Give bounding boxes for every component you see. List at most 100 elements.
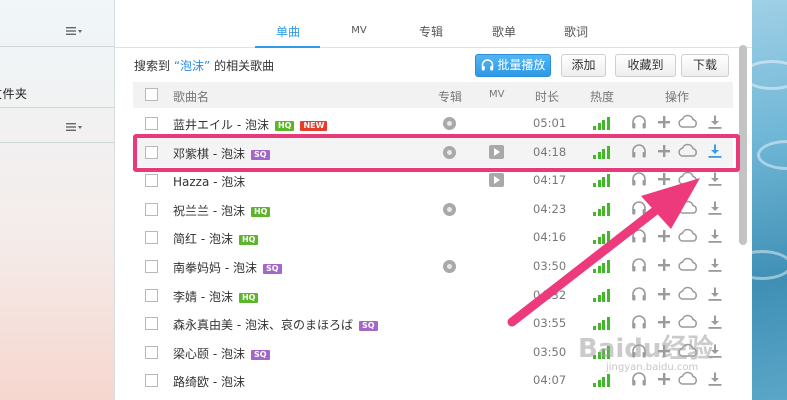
- headphones-icon[interactable]: [631, 114, 647, 134]
- quality-badge-hq: HQ: [250, 206, 271, 217]
- heat-bar: [606, 374, 610, 388]
- cloud-icon[interactable]: [677, 200, 699, 220]
- sidebar-divider: [0, 107, 114, 108]
- song-title[interactable]: 祝兰兰 - 泡沫: [173, 204, 245, 218]
- download-icon[interactable]: [707, 257, 723, 277]
- table-row[interactable]: 李婧 - 泡沫 HQ 04:32: [133, 281, 733, 310]
- row-checkbox[interactable]: [145, 231, 158, 245]
- plus-icon[interactable]: [656, 114, 672, 134]
- headphones-icon[interactable]: [631, 171, 647, 191]
- search-keyword: “泡沫”: [173, 59, 211, 73]
- column-header-album: 专辑: [438, 90, 463, 104]
- headphones-icon[interactable]: [631, 286, 647, 306]
- headphones-icon[interactable]: [631, 257, 647, 277]
- song-title[interactable]: Hazza - 泡沫: [173, 175, 245, 189]
- table-row[interactable]: 简红 - 泡沫 HQ 04:16: [133, 223, 733, 252]
- cloud-icon[interactable]: [677, 371, 699, 391]
- row-actions: [631, 257, 731, 277]
- search-results-panel: 单曲 MV 专辑 歌单 歌词 搜索到 “泡沫” 的相关歌曲 批量播放 添加 收藏…: [115, 0, 752, 400]
- song-title[interactable]: 路绮欧 - 泡沫: [173, 375, 245, 389]
- song-name[interactable]: 路绮欧 - 泡沫: [173, 373, 245, 390]
- plus-icon[interactable]: [656, 286, 672, 306]
- cloud-icon[interactable]: [677, 257, 699, 277]
- song-title[interactable]: 梁心颐 - 泡沫: [173, 347, 245, 361]
- download-icon[interactable]: [707, 171, 723, 191]
- row-checkbox[interactable]: [145, 117, 158, 130]
- headphones-icon[interactable]: [631, 228, 647, 248]
- song-name[interactable]: 森永真由美 - 泡沫、哀のまほろば SQ: [173, 316, 378, 333]
- background-strip: [732, 0, 787, 400]
- disc-icon[interactable]: [443, 117, 456, 130]
- row-actions: [631, 371, 731, 391]
- tab-lyrics[interactable]: 歌词: [546, 23, 606, 40]
- scrollbar[interactable]: [739, 45, 747, 245]
- heat-bar: [593, 240, 596, 245]
- download-icon[interactable]: [707, 114, 723, 134]
- song-title[interactable]: 李婧 - 泡沫: [173, 290, 233, 304]
- tab-mv[interactable]: MV: [329, 25, 389, 36]
- heat-bar: [597, 266, 601, 273]
- song-title[interactable]: 南拳妈妈 - 泡沫: [173, 261, 257, 275]
- sidebar-folder-label[interactable]: 文件夹: [0, 85, 28, 102]
- table-row[interactable]: 祝兰兰 - 泡沫 HQ 04:23: [133, 195, 733, 224]
- download-icon[interactable]: [707, 228, 723, 248]
- video-play-icon[interactable]: [489, 173, 504, 188]
- table-row[interactable]: 南拳妈妈 - 泡沫 SQ 03:50: [133, 252, 733, 281]
- heat-bar: [602, 205, 605, 216]
- song-name[interactable]: 祝兰兰 - 泡沫 HQ: [173, 202, 271, 219]
- heat-bar: [593, 297, 596, 302]
- list-menu-icon[interactable]: [66, 122, 84, 135]
- plus-icon[interactable]: [656, 228, 672, 248]
- headphones-icon[interactable]: [631, 371, 647, 391]
- cloud-icon[interactable]: [677, 228, 699, 248]
- play-all-button[interactable]: 批量播放: [475, 54, 551, 77]
- song-name[interactable]: Hazza - 泡沫: [173, 173, 245, 190]
- row-checkbox[interactable]: [145, 260, 158, 273]
- add-button[interactable]: 添加: [561, 54, 606, 77]
- row-checkbox[interactable]: [145, 374, 158, 388]
- song-name[interactable]: 李婧 - 泡沫 HQ: [173, 288, 259, 305]
- download-icon[interactable]: [707, 286, 723, 306]
- row-checkbox[interactable]: [145, 317, 158, 331]
- song-title[interactable]: 森永真由美 - 泡沫、哀のまほろば: [173, 318, 353, 332]
- select-all-checkbox[interactable]: [145, 88, 158, 101]
- download-icon[interactable]: [707, 371, 723, 391]
- song-duration: 04:07: [533, 373, 567, 388]
- plus-icon[interactable]: [656, 200, 672, 220]
- signal-bars-icon: [593, 230, 611, 245]
- plus-icon[interactable]: [656, 257, 672, 277]
- row-checkbox[interactable]: [145, 288, 158, 302]
- signal-bars-icon: [593, 373, 611, 388]
- heat-bar: [602, 120, 605, 130]
- heat-bar: [602, 263, 605, 273]
- cloud-icon[interactable]: [677, 171, 699, 191]
- song-name[interactable]: 南拳妈妈 - 泡沫 SQ: [173, 259, 282, 276]
- plus-icon[interactable]: [656, 171, 672, 191]
- search-summary: 搜索到 “泡沫” 的相关歌曲: [134, 57, 274, 74]
- song-name[interactable]: 梁心颐 - 泡沫 SQ: [173, 345, 270, 362]
- disc-icon[interactable]: [443, 202, 456, 216]
- download-button[interactable]: 下载: [681, 54, 729, 77]
- row-checkbox[interactable]: [145, 174, 158, 188]
- song-name[interactable]: 简红 - 泡沫 HQ: [173, 230, 259, 247]
- heat-bar: [606, 231, 610, 245]
- row-actions: [631, 171, 731, 191]
- favorite-button[interactable]: 收藏到: [615, 54, 676, 77]
- song-title[interactable]: 蓝井エイル - 泡沫: [173, 118, 269, 132]
- disc-icon[interactable]: [443, 260, 456, 273]
- plus-icon[interactable]: [656, 371, 672, 391]
- cloud-icon[interactable]: [677, 286, 699, 306]
- tab-albums[interactable]: 专辑: [401, 23, 461, 40]
- row-checkbox[interactable]: [145, 345, 158, 359]
- song-title[interactable]: 简红 - 泡沫: [173, 232, 233, 246]
- tab-playlists[interactable]: 歌单: [474, 23, 534, 40]
- heat-bar: [602, 377, 605, 388]
- cloud-icon[interactable]: [677, 114, 699, 134]
- row-checkbox[interactable]: [145, 202, 158, 216]
- song-name[interactable]: 蓝井エイル - 泡沫 HQ NEW: [173, 116, 328, 133]
- list-menu-icon[interactable]: [66, 26, 84, 39]
- download-icon[interactable]: [707, 200, 723, 220]
- heat-bar: [597, 380, 601, 388]
- tab-songs[interactable]: 单曲: [258, 23, 318, 40]
- headphones-icon[interactable]: [631, 200, 647, 220]
